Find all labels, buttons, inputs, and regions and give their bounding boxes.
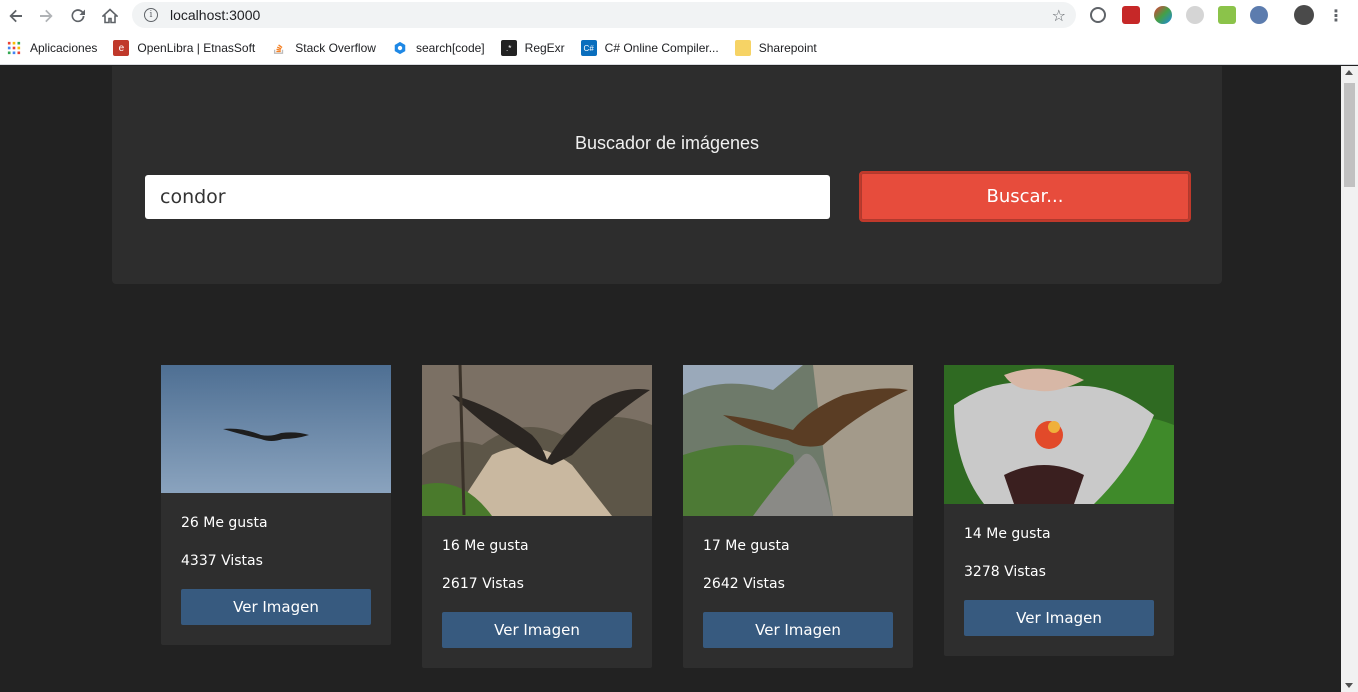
views-count: 3278 Vistas — [964, 564, 1046, 580]
image-card: 14 Me gusta 3278 Vistas Ver Imagen — [944, 365, 1174, 656]
views-count: 4337 Vistas — [181, 553, 263, 569]
back-icon[interactable] — [0, 0, 32, 32]
scroll-down-icon[interactable] — [1345, 683, 1353, 688]
folder-icon — [734, 40, 751, 56]
browser-menu-icon[interactable]: ⋮ — [1328, 6, 1344, 25]
extension-gray-icon[interactable] — [1186, 6, 1204, 24]
bookmark-item[interactable]: search[code] — [392, 40, 485, 56]
result-image[interactable] — [944, 365, 1174, 504]
reload-icon[interactable] — [62, 0, 94, 32]
bookmark-label: C# Online Compiler... — [604, 41, 719, 55]
view-image-button[interactable]: Ver Imagen — [703, 612, 893, 648]
browser-toolbar: i localhost:3000 ☆ ⋮ — [0, 0, 1358, 32]
scrollbar-thumb[interactable] — [1344, 83, 1355, 187]
view-image-button[interactable]: Ver Imagen — [964, 600, 1154, 636]
stackoverflow-icon — [271, 40, 287, 56]
likes-count: 17 Me gusta — [703, 538, 790, 554]
extension-red-icon[interactable] — [1122, 6, 1140, 24]
likes-count: 14 Me gusta — [964, 526, 1051, 542]
image-card: 26 Me gusta 4337 Vistas Ver Imagen — [161, 365, 391, 645]
bookmark-item[interactable]: C# C# Online Compiler... — [580, 40, 719, 56]
view-image-button[interactable]: Ver Imagen — [442, 612, 632, 648]
bookmark-label: Sharepoint — [758, 41, 817, 55]
page-title: Buscador de imágenes — [574, 133, 760, 153]
bookmark-item[interactable]: Stack Overflow — [271, 40, 376, 56]
extension-color-picker-icon[interactable] — [1154, 6, 1172, 24]
result-image[interactable] — [161, 365, 391, 493]
page-viewport: Buscador de imágenes Buscar... 26 Me gus… — [0, 66, 1341, 692]
openlibra-icon: e — [113, 40, 130, 56]
bookmark-label: Aplicaciones — [30, 41, 98, 55]
searchcode-icon — [392, 40, 408, 56]
likes-count: 26 Me gusta — [181, 515, 268, 531]
page-scrollbar[interactable] — [1341, 66, 1358, 692]
regexr-icon: .* — [500, 40, 517, 56]
scroll-up-icon[interactable] — [1345, 70, 1353, 75]
extension-node-icon[interactable] — [1218, 6, 1236, 24]
home-icon[interactable] — [94, 0, 126, 32]
apps-grid-icon — [6, 40, 22, 56]
address-url: localhost:3000 — [170, 7, 261, 23]
bookmark-label: search[code] — [415, 41, 485, 55]
view-image-button[interactable]: Ver Imagen — [181, 589, 371, 625]
bookmark-label: Stack Overflow — [295, 41, 376, 55]
search-button[interactable]: Buscar... — [859, 171, 1191, 222]
bookmark-item[interactable]: Aplicaciones — [6, 40, 97, 56]
forward-icon[interactable] — [30, 0, 62, 32]
address-bar[interactable]: i localhost:3000 ☆ — [132, 2, 1076, 28]
bookmark-item[interactable]: Sharepoint — [734, 40, 817, 56]
image-card: 16 Me gusta 2617 Vistas Ver Imagen — [422, 365, 652, 668]
search-panel: Buscador de imágenes Buscar... — [112, 66, 1222, 284]
image-card: 17 Me gusta 2642 Vistas Ver Imagen — [683, 365, 913, 668]
bookmark-star-icon[interactable]: ☆ — [1052, 6, 1066, 25]
extension-blue-icon[interactable] — [1250, 6, 1268, 24]
bookmark-item[interactable]: .* RegExr — [500, 40, 565, 56]
result-image[interactable] — [683, 365, 913, 516]
views-count: 2642 Vistas — [703, 576, 785, 592]
result-image[interactable] — [422, 365, 652, 516]
profile-avatar[interactable] — [1294, 5, 1314, 25]
search-input[interactable] — [145, 175, 830, 219]
extension-sync-icon[interactable] — [1090, 7, 1106, 23]
site-info-icon[interactable]: i — [144, 8, 158, 22]
bookmark-label: OpenLibra | EtnasSoft — [137, 41, 256, 55]
bookmark-label: RegExr — [524, 41, 565, 55]
csharp-compiler-icon: C# — [580, 40, 597, 56]
likes-count: 16 Me gusta — [442, 538, 529, 554]
bookmarks-bar: Aplicaciones e OpenLibra | EtnasSoft Sta… — [0, 32, 1358, 65]
views-count: 2617 Vistas — [442, 576, 524, 592]
bookmark-item[interactable]: e OpenLibra | EtnasSoft — [113, 40, 255, 56]
